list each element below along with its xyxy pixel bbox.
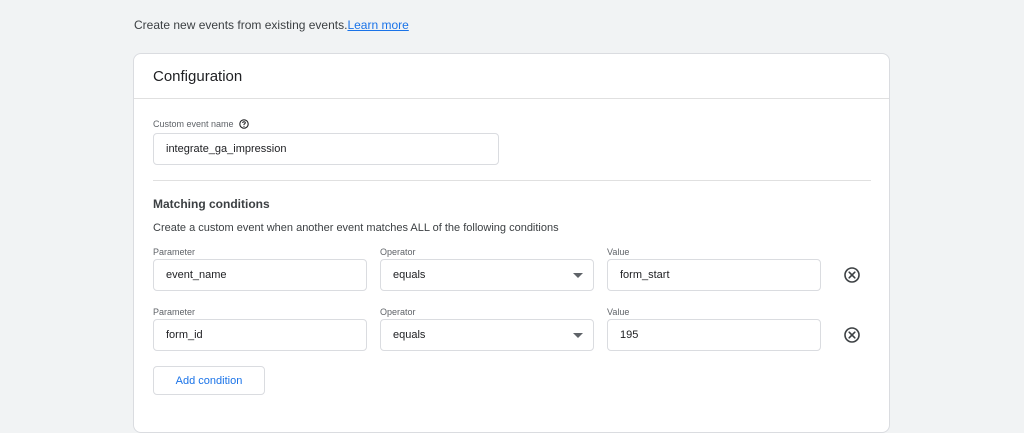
- help-circle-icon[interactable]: [238, 119, 249, 129]
- value-label: Value: [607, 247, 630, 257]
- card-header: Configuration: [134, 54, 889, 99]
- configuration-card: Configuration Custom event name integrat…: [133, 53, 890, 433]
- operator-value: equals: [393, 269, 426, 281]
- value-text: form_start: [620, 269, 670, 281]
- value-label: Value: [607, 307, 630, 317]
- parameter-input[interactable]: form_id: [153, 319, 367, 351]
- section-divider: [153, 180, 871, 181]
- parameter-label: Parameter: [153, 307, 196, 317]
- card-title: Configuration: [153, 68, 243, 85]
- intro-text: Create new events from existing events.L…: [134, 18, 409, 32]
- custom-event-name-value: integrate_ga_impression: [166, 143, 287, 155]
- operator-select[interactable]: equals: [380, 319, 594, 351]
- intro-description: Create new events from existing events.: [134, 18, 348, 32]
- remove-condition-icon[interactable]: [843, 266, 861, 284]
- value-text: 195: [620, 329, 639, 341]
- learn-more-link[interactable]: Learn more: [347, 18, 408, 32]
- dropdown-caret-icon: [573, 272, 583, 278]
- parameter-input[interactable]: event_name: [153, 259, 367, 291]
- dropdown-caret-icon: [573, 332, 583, 338]
- custom-event-name-label: Custom event name: [153, 119, 249, 129]
- value-input[interactable]: form_start: [607, 259, 821, 291]
- operator-label: Operator: [380, 307, 416, 317]
- parameter-value: form_id: [166, 329, 203, 341]
- custom-event-name-input[interactable]: integrate_ga_impression: [153, 133, 499, 165]
- operator-value: equals: [393, 329, 426, 341]
- matching-conditions-title: Matching conditions: [153, 197, 270, 211]
- custom-event-name-label-text: Custom event name: [153, 119, 234, 129]
- add-condition-button[interactable]: Add condition: [153, 366, 265, 395]
- operator-label: Operator: [380, 247, 416, 257]
- value-input[interactable]: 195: [607, 319, 821, 351]
- remove-condition-icon[interactable]: [843, 326, 861, 344]
- parameter-value: event_name: [166, 269, 227, 281]
- parameter-label: Parameter: [153, 247, 196, 257]
- matching-conditions-description: Create a custom event when another event…: [153, 222, 559, 234]
- operator-select[interactable]: equals: [380, 259, 594, 291]
